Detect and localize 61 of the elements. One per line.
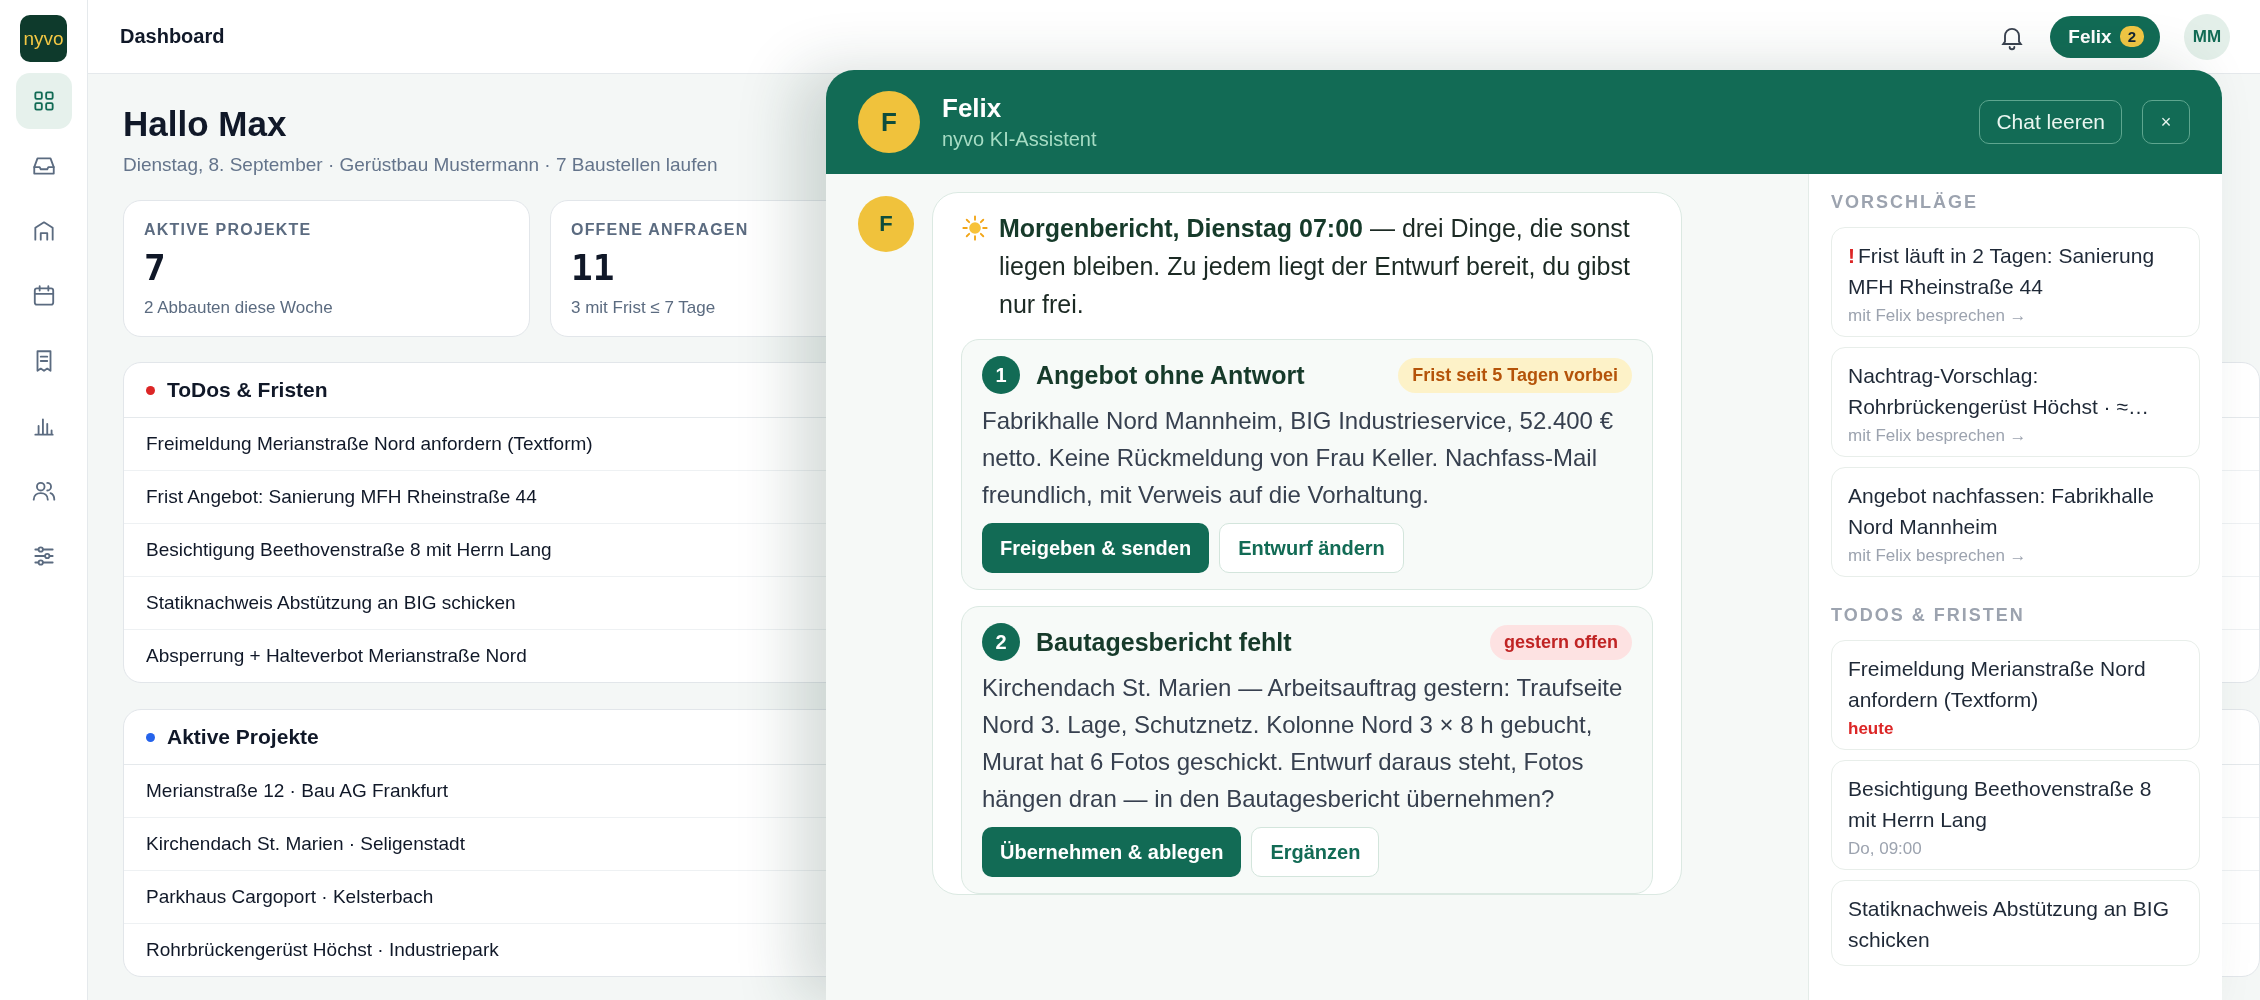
stat-label: OFFENE ANFRAGEN <box>571 221 749 239</box>
task-title: Bautagesbericht fehlt <box>1036 627 1293 657</box>
suggestion-text: Angebot nachfassen: Fabrikhalle Nord Mannheim <box>1848 483 2155 540</box>
todo-card[interactable]: Besichtigung Beethovenstraße 8 mit Herrn Lang Do, 09:00 <box>1831 760 2200 870</box>
list-item[interactable]: Kirchendach St. Marien · Seligenstadt <box>146 833 465 855</box>
task-description: Kirchendach St. Marien — Arbeitsauftrag gestern: Traufseite Nord 3. Lage, Schutznetz. Kolonne Nord 3 × 8 h gebucht, Murat hat 6 Fotos geschickt. Entwurf daraus steht, Fotos hängen dran — in den Bautagesbericht übernehmen? <box>982 673 1624 814</box>
assistant-name: Felix <box>942 93 1003 124</box>
logo: nyvo <box>20 15 67 62</box>
assistant-avatar: F <box>858 91 920 153</box>
suggestion-text: Nachtrag-Vorschlag: Rohrbrückengerüst Höchst · ≈… <box>1848 363 2150 420</box>
clear-chat-button[interactable]: Chat leeren <box>1979 100 2122 144</box>
message-text: Morgenbericht, Dienstag 07:00 — drei Dinge, die sonst liegen bleiben. Zu jedem liegt der Entwurf bereit, du gibst nur frei. <box>999 213 1631 320</box>
todo-text: Besichtigung Beethovenstraße 8 mit Herrn Lang <box>1848 776 2153 833</box>
suggestion-card[interactable]: Angebot nachfassen: Fabrikhalle Nord Mannheim mit Felix besprechen → <box>1831 467 2200 577</box>
greeting-title: Hallo Max <box>123 104 287 144</box>
list-item[interactable]: Frist Angebot: Sanierung MFH Rheinstraße 44 <box>146 486 537 508</box>
section-heading: TODOS & FRISTEN <box>1831 605 2026 626</box>
task-description: Fabrikhalle Nord Mannheim, BIG Industrieservice, 52.400 € netto. Keine Rückmeldung von Frau Keller. Nachfass-Mail freundlich, mit Verweis auf die Vorhaltung. <box>982 406 1614 510</box>
nav-item[interactable] <box>15 73 72 129</box>
close-button[interactable]: × <box>2142 100 2190 144</box>
status-badge: Frist seit 5 Tagen vorbei <box>1398 357 1632 393</box>
assistant-button[interactable]: Felix 2 <box>2050 15 2160 58</box>
todo-card[interactable]: Statiknachweis Abstützung an BIG schicken <box>1831 880 2200 966</box>
list-item[interactable]: Besichtigung Beethovenstraße 8 mit Herrn Lang <box>146 539 552 561</box>
list-title: ToDos & Fristen <box>167 378 328 402</box>
stat-label: AKTIVE PROJEKTE <box>144 221 312 239</box>
task-title: Angebot ohne Antwort <box>1036 360 1306 390</box>
list-item[interactable]: Statiknachweis Abstützung an BIG schicken <box>146 592 516 614</box>
due-label: heute <box>1848 719 1895 739</box>
suggestion-text: !Frist läuft in 2 Tagen: Sanierung MFH Rheinstraße 44 <box>1848 243 2156 300</box>
sun-icon <box>961 214 989 242</box>
stat-value: 11 <box>571 247 615 288</box>
section-heading: VORSCHLÄGE <box>1831 192 1979 213</box>
greeting-subtitle: Dienstag, 8. September · Gerüstbau Mustermann · 7 Baustellen laufen <box>123 154 718 176</box>
suggestion-card[interactable]: Nachtrag-Vorschlag: Rohrbrückengerüst Höchst · ≈… mit Felix besprechen → <box>1831 347 2200 457</box>
stat-value: 7 <box>144 247 166 288</box>
stat-note: 3 mit Frist ≤ 7 Tage <box>571 298 716 318</box>
list-item[interactable]: Rohrbrückengerüst Höchst · Industriepark <box>146 939 499 961</box>
todo-text: Statiknachweis Abstützung an BIG schicken <box>1848 896 2171 953</box>
number-badge: 2 <box>982 623 1020 661</box>
due-label: Do, 09:00 <box>1848 839 1923 859</box>
edit-button[interactable]: Entwurf ändern <box>1219 523 1404 573</box>
user-avatar[interactable]: MM <box>2184 13 2230 60</box>
status-badge: gestern offen <box>1490 624 1632 660</box>
todo-card[interactable]: Freimeldung Merianstraße Nord anfordern (Textform) heute <box>1831 640 2200 750</box>
todo-text: Freimeldung Merianstraße Nord anfordern (Textform) <box>1848 656 2147 713</box>
list-item[interactable]: Freimeldung Merianstraße Nord anfordern (Textform) <box>146 433 593 455</box>
number-badge: 1 <box>982 356 1020 394</box>
approve-button[interactable]: Freigeben & senden <box>982 523 1210 573</box>
list-item[interactable]: Parkhaus Cargoport · Kelsterbach <box>146 886 434 908</box>
count-badge: 2 <box>2119 26 2144 47</box>
stat-note: 2 Abbauten diese Woche <box>144 298 333 318</box>
assistant-subtitle: nyvo KI-Assistent <box>942 128 1098 151</box>
suggestion-card[interactable]: !Frist läuft in 2 Tagen: Sanierung MFH Rheinstraße 44 mit Felix besprechen → <box>1831 227 2200 337</box>
page-title: Dashboard <box>120 25 225 48</box>
list-item[interactable]: Absperrung + Halteverbot Merianstraße Nord <box>146 645 527 667</box>
assistant-avatar: F <box>858 196 914 252</box>
edit-button[interactable]: Ergänzen <box>1251 827 1380 877</box>
list-item[interactable]: Merianstraße 12 · Bau AG Frankfurt <box>146 780 448 802</box>
list-title: Aktive Projekte <box>167 725 319 749</box>
approve-button[interactable]: Übernehmen & ablegen <box>982 827 1242 877</box>
